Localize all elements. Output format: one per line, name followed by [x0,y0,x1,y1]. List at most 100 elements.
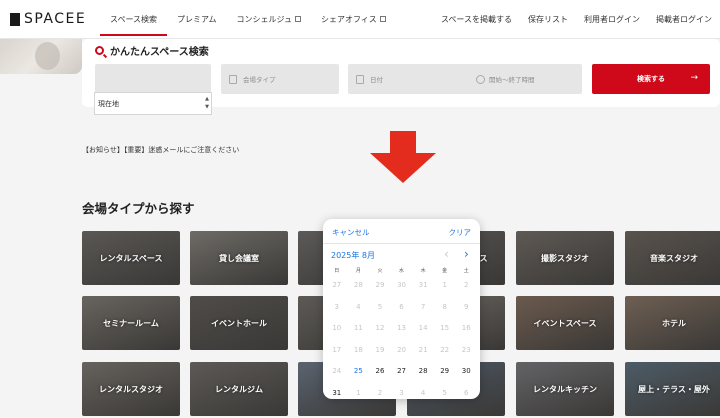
calendar-day: 24 [332,367,342,375]
calendar-week: 3 4 5 6 7 8 9 [326,301,477,313]
header-link[interactable]: 利用者ログイン [576,0,648,39]
venue-type-tile[interactable]: 撮影スタジオ [516,231,614,285]
venue-type-label: セミナールーム [103,318,159,328]
calendar-day: 19 [375,345,385,354]
venue-type-tile[interactable]: レンタルキッチン [516,362,614,416]
calendar-day: 1 [356,388,361,397]
chevron-right-icon[interactable]: › [464,247,469,261]
calendar-day: 12 [375,324,385,332]
search-icon [95,46,104,55]
calendar-day: 14 [418,324,428,332]
calendar-day: 23 [461,345,471,354]
venue-type-tile[interactable]: イベントスペース [516,296,614,350]
calendar-day[interactable]: 28 [412,365,434,377]
external-link-icon [379,15,386,22]
venue-type-label: イベントホール [211,318,267,328]
venue-type-label: レンタルキッチン [533,384,597,394]
venue-type-label: レンタルジム [215,384,263,394]
calendar-day[interactable]: 26 [369,365,391,377]
weekday-label: 火 [377,268,383,274]
calendar-day: 8 [442,302,447,311]
calendar-day: 2 [377,388,383,397]
location-option-current[interactable]: 現在地 [98,99,119,109]
account-nav: スペースを掲載する 保存リスト 利用者ログイン 掲載者ログイン [433,0,720,39]
spinner-arrows-icon[interactable]: ▲ ▼ [205,95,209,111]
spacee-logo[interactable]: SPACEE [10,11,86,27]
venue-type-tile[interactable]: イベントホール [190,296,288,350]
venue-type-tile[interactable]: レンタルスペース [82,231,180,285]
calendar-day[interactable]: 31 [326,387,348,399]
venue-type-label: ホテル [662,318,686,328]
calendar-day-today[interactable]: 25 [348,365,370,377]
calendar-icon [356,74,364,84]
logo-mark-icon [10,12,20,26]
calendar-day: 28 [353,281,363,289]
nav-item[interactable]: コンシェルジュ [227,0,311,39]
calendar-day: 22 [440,345,450,354]
calendar-day: 21 [418,345,428,354]
search-button[interactable]: 検索する → [592,64,710,94]
calendar-day[interactable]: 29 [434,365,456,377]
location-dropdown[interactable]: 現在地 ▲ ▼ [94,92,212,115]
venue-type-tile[interactable]: 屋上・テラス・屋外 [625,362,720,416]
venue-type-label: レンタルスタジオ [99,384,163,394]
nav-item-label: シェアオフィス [320,15,377,24]
cancel-button[interactable]: キャンセル [332,227,370,238]
calendar-week: 24 25 26 27 28 29 30 [326,365,477,377]
calendar-day[interactable]: 27 [391,365,413,377]
calendar-day: 17 [332,345,342,354]
site-header: SPACEE スペース検索 プレミアム コンシェルジュ シェアオフィス スペースを掲載… [0,0,720,39]
weekday-label: 月 [355,268,361,274]
time-field[interactable]: 開始〜終了時間 [476,74,535,84]
calendar-day: 16 [461,324,471,332]
calendar-day: 9 [464,302,469,311]
search-title-text: かんたんスペース検索 [110,47,209,58]
search-title: かんたんスペース検索 [95,43,209,58]
calendar-day[interactable]: 30 [455,365,477,377]
venue-type-placeholder: 会場タイプ [243,76,276,84]
header-link[interactable]: スペースを掲載する [433,0,520,39]
external-link-icon [294,15,301,22]
hero-image [0,39,82,74]
location-input[interactable] [95,64,211,94]
notice-link[interactable]: 【お知らせ】【重要】迷惑メールにご注意ください [82,145,239,155]
header-link[interactable]: 保存リスト [520,0,576,39]
nav-item[interactable]: プレミアム [167,0,226,39]
venue-type-tile[interactable]: 音楽スタジオ [625,231,720,285]
clear-button[interactable]: クリア [449,227,472,238]
nav-item[interactable]: シェアオフィス [311,0,396,39]
chevron-left-icon[interactable]: ‹ [444,247,449,261]
weekday-label: 木 [420,268,426,274]
calendar-day: 11 [353,324,363,332]
nav-item-label: プレミアム [177,15,217,24]
calendar-day: 15 [440,324,450,332]
venue-type-tile[interactable]: セミナールーム [82,296,180,350]
venue-type-select[interactable]: 会場タイプ [221,64,339,94]
nav-item-label: スペース検索 [110,15,158,24]
date-time-field[interactable]: 日付 開始〜終了時間 [348,64,582,94]
calendar-day: 3 [399,388,404,397]
venue-type-tile[interactable]: 貸し会議室 [190,231,288,285]
venue-type-tile[interactable]: ホテル [625,296,720,350]
calendar-week: 10 11 12 13 14 15 16 [326,322,477,334]
venue-type-tile[interactable]: レンタルスタジオ [82,362,180,416]
calendar-day: 2 [464,281,469,289]
venue-type-label: 屋上・テラス・屋外 [638,384,710,394]
venue-type-tile[interactable]: レンタルジム [190,362,288,416]
venue-type-label: 貸し会議室 [219,253,259,263]
nav-item[interactable]: スペース検索 [100,0,168,39]
weekday-label: 土 [463,268,469,274]
date-picker-popup: キャンセル クリア 2025年 8月 ‹ › 日月火水木金土 27 28 29 30 3… [323,219,480,399]
header-link[interactable]: 掲載者ログイン [648,0,720,39]
weekday-label: 水 [399,268,405,274]
venue-type-label: 音楽スタジオ [650,253,698,263]
calendar-day: 4 [356,302,361,311]
calendar-week: 17 18 19 20 21 22 23 [326,344,477,356]
down-arrow-icon [370,131,436,183]
building-icon [229,74,237,84]
calendar-day: 31 [418,281,428,289]
time-placeholder: 開始〜終了時間 [489,76,535,84]
month-label[interactable]: 2025年 8月 [331,250,375,261]
calendar-day: 4 [420,388,426,397]
calendar-day: 13 [397,324,406,332]
